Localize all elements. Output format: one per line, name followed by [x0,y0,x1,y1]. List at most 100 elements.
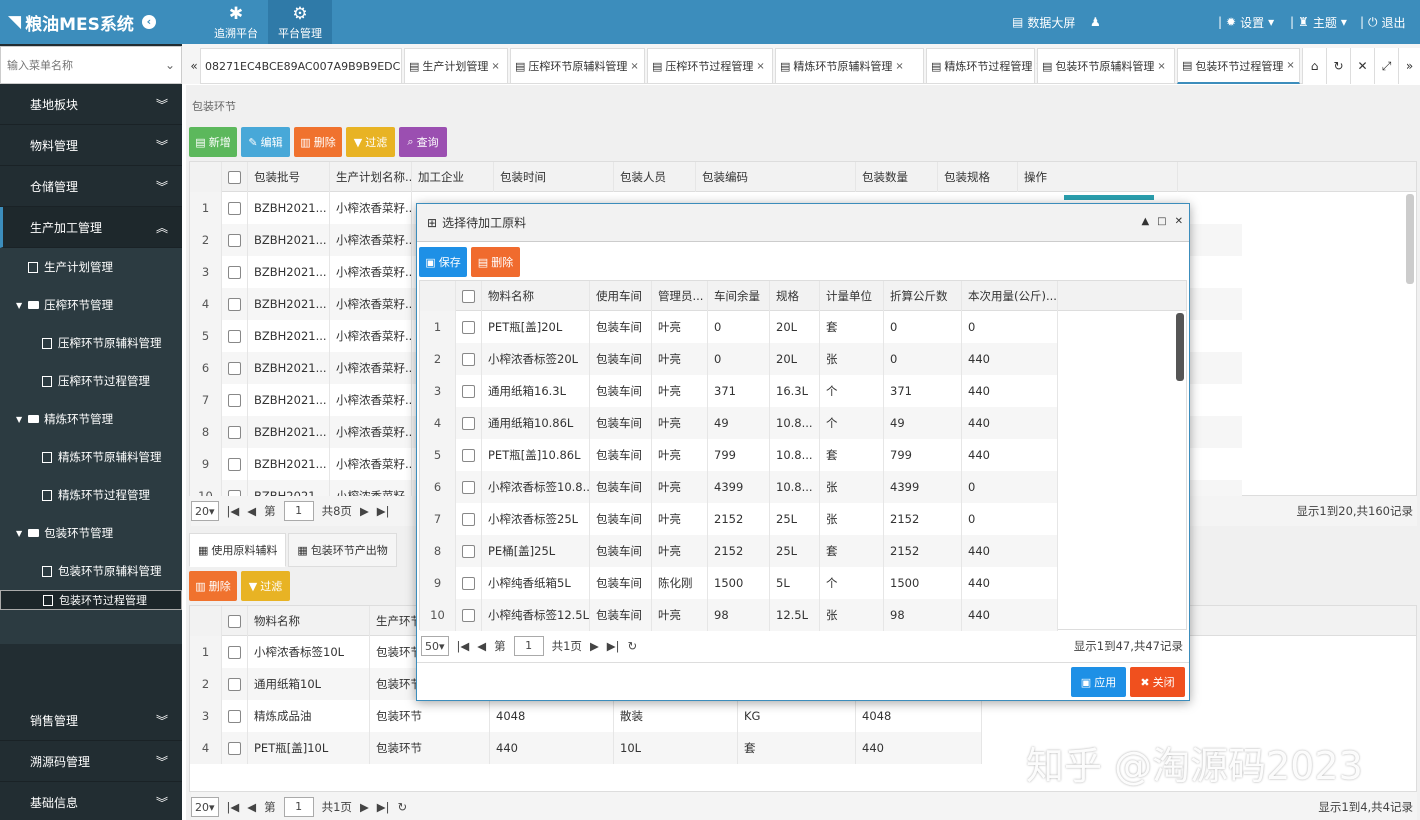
column-header[interactable]: 包装人员 [614,162,696,192]
query-button[interactable]: ⌕ 查询 [399,127,447,157]
tab-page[interactable]: ▤精炼环节过程管理× [926,48,1044,84]
row-checkbox[interactable] [222,668,248,700]
select-all-checkbox[interactable] [456,281,482,311]
vertical-scrollbar[interactable] [1176,313,1184,381]
theme-menu[interactable]: | ♜ 主题 ▾ [1290,0,1347,44]
sidebar-item[interactable]: 基础信息 ︾ [0,782,182,820]
lower-filter-button[interactable]: ▼ 过滤 [241,571,290,601]
close-icon[interactable]: × [630,61,638,72]
refresh-icon[interactable]: ↻ [398,800,408,814]
row-checkbox[interactable] [222,636,248,668]
sidebar-item[interactable]: 销售管理 ︾ [0,700,182,741]
maximize-icon[interactable]: □ [1157,216,1166,227]
settings-menu[interactable]: | ✹ 设置 ▾ [1218,0,1274,44]
first-page-icon[interactable]: |◀ [227,504,240,518]
sidebar-subitem[interactable]: 生产计划管理 [0,248,182,286]
row-checkbox[interactable] [222,192,248,224]
sidebar-subitem[interactable]: 压榨环节过程管理 [0,362,182,400]
row-checkbox[interactable] [456,535,482,567]
refresh-icon[interactable]: ↻ [1326,48,1350,84]
prev-page-icon[interactable]: ◀ [247,800,256,814]
menu-search[interactable]: ⌄ [0,46,182,84]
usage-input-cell[interactable]: 0 [962,503,1058,535]
usage-input-cell[interactable]: 440 [962,439,1058,471]
page-size-select[interactable]: 20 ▾ [191,501,219,521]
checkbox[interactable] [462,352,475,366]
usage-input-cell[interactable]: 0 [962,311,1058,343]
tab-page[interactable]: 08271EC4BCE89AC007A9B9B9EDC× [200,48,412,84]
row-checkbox[interactable] [222,700,248,732]
row-checkbox[interactable] [456,439,482,471]
collapse-icon[interactable]: ▲ [1141,216,1149,227]
checkbox[interactable] [228,614,241,628]
usage-input-cell[interactable]: 0 [962,471,1058,503]
last-page-icon[interactable]: ▶| [377,504,390,518]
first-page-icon[interactable]: |◀ [457,639,470,653]
checkbox[interactable] [228,329,241,343]
sidebar-item[interactable]: 仓储管理 ︾ [0,166,182,207]
checkbox[interactable] [228,170,241,184]
column-header[interactable]: 规格 [770,281,820,311]
row-checkbox[interactable] [222,384,248,416]
apply-button[interactable]: ▣ 应用 [1071,667,1126,697]
row-checkbox[interactable] [222,288,248,320]
checkbox[interactable] [228,425,241,439]
column-header[interactable]: 操作 [1018,162,1178,192]
row-checkbox[interactable] [222,352,248,384]
column-header[interactable]: 包装编码 [696,162,856,192]
row-checkbox[interactable] [222,224,248,256]
column-header[interactable]: 管理员... [652,281,708,311]
page-number-input[interactable]: 1 [513,636,544,656]
row-checkbox[interactable] [456,343,482,375]
page-number-input[interactable]: 1 [283,797,314,817]
column-header[interactable]: 折算公斤数 [884,281,962,311]
tab-page[interactable]: ▤ 包装环节原辅料管理 × [1037,48,1175,84]
next-page-icon[interactable]: ▶ [360,800,369,814]
prev-page-icon[interactable]: ◀ [477,639,486,653]
usage-input-cell[interactable]: 440 [962,567,1058,599]
tab-page[interactable]: ▤ 压榨环节原辅料管理 × [510,48,645,84]
page-size-select[interactable]: 20 ▾ [191,797,219,817]
checkbox[interactable] [462,576,475,590]
collapse-sidebar-icon[interactable]: ‹ [141,15,156,29]
checkbox[interactable] [462,448,475,462]
checkbox[interactable] [228,233,241,247]
close-icon[interactable]: × [491,61,499,72]
add-button[interactable]: ▤ 新增 [189,127,237,157]
checkbox[interactable] [228,361,241,375]
row-checkbox[interactable] [222,416,248,448]
checkbox[interactable] [462,608,475,622]
sidebar-subitem[interactable]: 包装环节过程管理 [0,590,182,610]
close-icon[interactable]: × [1286,60,1294,71]
column-header[interactable]: 使用车间 [590,281,652,311]
column-header[interactable]: 物料名称 [248,606,370,636]
checkbox[interactable] [462,544,475,558]
nav-trace-platform[interactable]: ✱ 追溯平台 [204,0,268,44]
sidebar-subitem[interactable]: 精炼环节原辅料管理 [0,438,182,476]
home-icon[interactable]: ⌂ [1302,48,1326,84]
refresh-icon[interactable]: ↻ [628,639,638,653]
usage-input-cell[interactable]: 440 [962,599,1058,631]
checkbox[interactable] [228,297,241,311]
sidebar-subitem[interactable]: 包装环节原辅料管理 [0,552,182,590]
row-checkbox[interactable] [222,320,248,352]
row-checkbox[interactable] [456,407,482,439]
dialog-delete-button[interactable]: ▤ 删除 [471,247,520,277]
checkbox[interactable] [462,416,475,430]
close-icon[interactable]: × [895,61,903,72]
checkbox[interactable] [462,480,475,494]
data-screen-link[interactable]: ▤ 数据大屏 [1012,0,1075,44]
edit-button[interactable]: ✎ 编辑 [241,127,290,157]
sidebar-subitem[interactable]: ▼ 压榨环节管理 [0,286,182,324]
lower-delete-button[interactable]: ▥ 删除 [189,571,237,601]
checkbox[interactable] [462,384,475,398]
page-size-select[interactable]: 50 ▾ [421,636,449,656]
row-checkbox[interactable] [222,448,248,480]
row-checkbox[interactable] [456,375,482,407]
column-header[interactable]: 包装时间 [494,162,614,192]
action-button[interactable] [1064,195,1154,200]
checkbox[interactable] [462,512,475,526]
tab-page[interactable]: ▤ 包装环节过程管理 × [1177,48,1300,84]
row-checkbox[interactable] [222,732,248,764]
chevron-down-icon[interactable]: ⌄ [165,58,175,72]
